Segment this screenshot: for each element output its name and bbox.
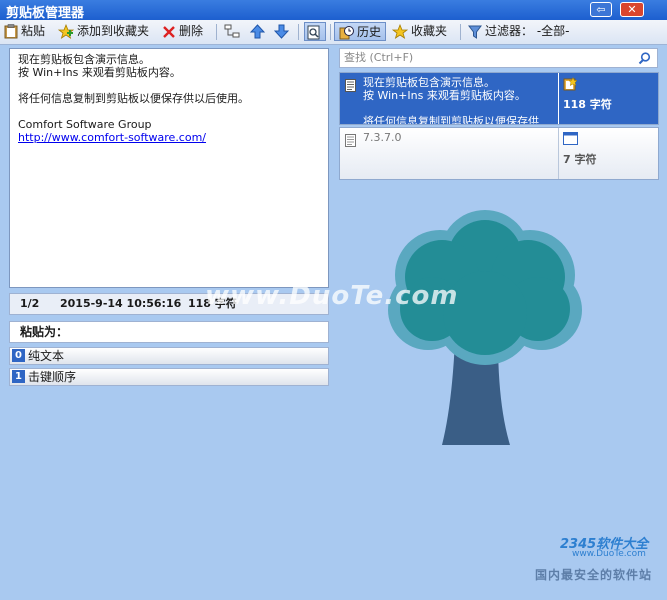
search-placeholder: 查找 (Ctrl+F) [344,51,414,64]
toolbar-separator [330,24,331,40]
tree-view-button[interactable] [224,22,243,41]
favorite-clip-icon [563,77,577,91]
paste-option-label: 纯文本 [28,349,65,363]
clip-text: 7.3.7.0 [363,131,402,144]
close-button[interactable]: ✕ [620,2,644,17]
move-up-button[interactable] [250,22,268,41]
paste-option-label: 击键顺序 [28,370,77,384]
clip-divider [558,73,559,124]
clip-item[interactable]: 7.3.7.0 7 字符 [339,127,659,180]
watermark-slogan: 国内最安全的软件站 [535,568,653,582]
toolbar-separator [460,24,461,40]
tree-structure-icon [224,24,240,38]
toolbar-separator [216,24,217,40]
delete-button[interactable]: 删除 [162,22,203,41]
move-down-button[interactable] [274,22,292,41]
toolbar: 粘贴 添加到收藏夹 删除 历史 收藏夹 过滤器： -全部- [0,20,667,45]
search-input[interactable]: 查找 (Ctrl+F) [339,48,658,68]
text-document-icon [345,134,356,147]
search-view-button[interactable] [304,22,326,41]
clip-text: 现在剪贴板包含演示信息。 按 Win+Ins 来观看剪贴板内容。 将任何信息复制… [363,76,539,125]
search-icon[interactable] [638,52,651,65]
preview-line: Comfort Software Group [18,118,152,131]
preview-line: 现在剪贴板包含演示信息。 [18,53,150,66]
clip-datetime: 2015-9-14 10:56:16 [60,297,182,310]
preview-line: 按 Win+Ins 来观看剪贴板内容。 [18,66,181,79]
delete-x-icon [163,25,175,38]
clip-divider [558,128,559,179]
preview-link[interactable]: http://www.comfort-software.com/ [18,131,206,144]
paste-option-keystrokes[interactable]: 1 击键顺序 [9,368,329,386]
favorites-tab[interactable]: 收藏夹 [392,22,447,41]
paste-button[interactable]: 粘贴 [4,22,45,41]
clip-preview[interactable]: 现在剪贴板包含演示信息。 按 Win+Ins 来观看剪贴板内容。 将任何信息复制… [9,48,329,288]
arrow-up-icon [250,24,265,39]
clip-item[interactable]: 现在剪贴板包含演示信息。 按 Win+Ins 来观看剪贴板内容。 将任何信息复制… [339,72,659,125]
clipboard-icon [4,24,18,39]
title-bar[interactable]: 剪贴板管理器 ⇦ ✕ [0,0,667,21]
preview-line [18,105,320,118]
hotkey-badge: 0 [12,349,25,362]
paste-option-plain-text[interactable]: 0 纯文本 [9,347,329,365]
history-tab[interactable]: 历史 [334,22,387,41]
app-window: 剪贴板管理器 ⇦ ✕ 粘贴 添加到收藏夹 删除 历史 收藏夹 过滤器： -全部-… [0,0,667,600]
funnel-icon [468,25,482,39]
paste-as-label: 粘贴为： [9,321,329,343]
arrow-down-icon [274,24,289,39]
text-document-icon [345,79,356,92]
tree-illustration [388,210,582,445]
clock-history-icon [339,26,354,40]
filter-dropdown[interactable]: 过滤器： -全部- [468,22,569,41]
toolbar-separator [298,24,299,40]
preview-line: 将任何信息复制到剪贴板以便保存供以后使用。 [18,92,249,105]
clip-position: 1/2 [20,297,40,310]
window-title: 剪贴板管理器 [6,6,85,21]
star-icon [392,24,408,39]
preview-line [18,79,320,92]
window-clip-icon [563,132,578,145]
hotkey-badge: 1 [12,370,25,383]
add-favorite-button[interactable]: 添加到收藏夹 [58,22,149,41]
clip-char-count: 7 字符 [563,153,597,166]
magnifier-page-icon [307,25,320,40]
watermark-center: www.DuoTe.com [205,281,459,311]
star-add-icon [58,24,74,39]
watermark-url: www.DuoTe.com [572,549,646,559]
restore-button[interactable]: ⇦ [590,2,612,17]
clip-char-count: 118 字符 [563,98,612,111]
